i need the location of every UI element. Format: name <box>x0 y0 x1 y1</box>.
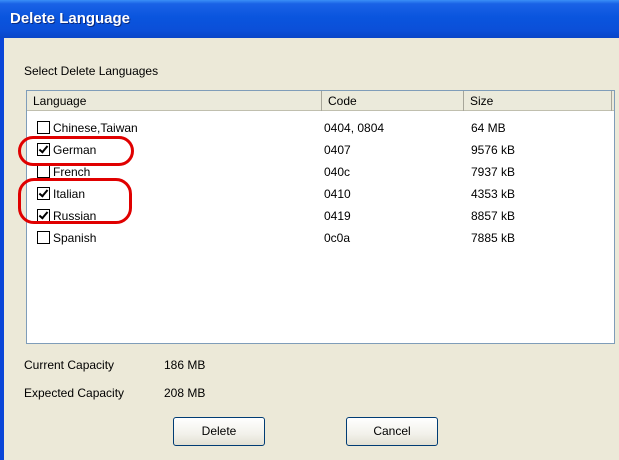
delete-language-dialog: Delete Language Select Delete Languages … <box>0 0 619 460</box>
language-name: Spanish <box>53 231 97 245</box>
language-code: 0407 <box>324 143 351 157</box>
language-code: 040c <box>324 165 351 179</box>
delete-button[interactable]: Delete <box>173 417 265 446</box>
column-header-size[interactable]: Size <box>464 91 612 111</box>
language-code: 0410 <box>324 187 351 201</box>
language-code: 0404, 0804 <box>324 121 385 135</box>
language-size: 8857 kB <box>471 209 516 223</box>
language-size: 9576 kB <box>471 143 516 157</box>
language-size: 64 MB <box>471 121 506 135</box>
select-languages-label: Select Delete Languages <box>24 64 159 78</box>
highlight-annotation-italian-russian <box>18 178 132 224</box>
window-title: Delete Language <box>10 10 131 27</box>
language-size: 7885 kB <box>471 231 516 245</box>
language-code: 0419 <box>324 209 351 223</box>
checkbox-spanish[interactable] <box>37 231 50 244</box>
expected-capacity-value: 208 MB <box>164 386 206 400</box>
list-row-spanish[interactable]: Spanish 0c0a 7885 kB <box>27 227 614 249</box>
language-code: 0c0a <box>324 231 351 245</box>
column-header-language[interactable]: Language <box>27 91 322 111</box>
title-bar[interactable]: Delete Language <box>0 0 619 38</box>
language-size: 4353 kB <box>471 187 516 201</box>
cancel-button[interactable]: Cancel <box>346 417 438 446</box>
column-header-code[interactable]: Code <box>322 91 464 111</box>
current-capacity-value: 186 MB <box>164 358 206 372</box>
highlight-annotation-german <box>18 136 134 166</box>
list-header: Language Code Size <box>27 91 614 111</box>
current-capacity-label: Current Capacity <box>24 358 115 372</box>
checkbox-chinese-taiwan[interactable] <box>37 121 50 134</box>
expected-capacity-label: Expected Capacity <box>24 386 125 400</box>
checkbox-french[interactable] <box>37 165 50 178</box>
language-size: 7937 kB <box>471 165 516 179</box>
